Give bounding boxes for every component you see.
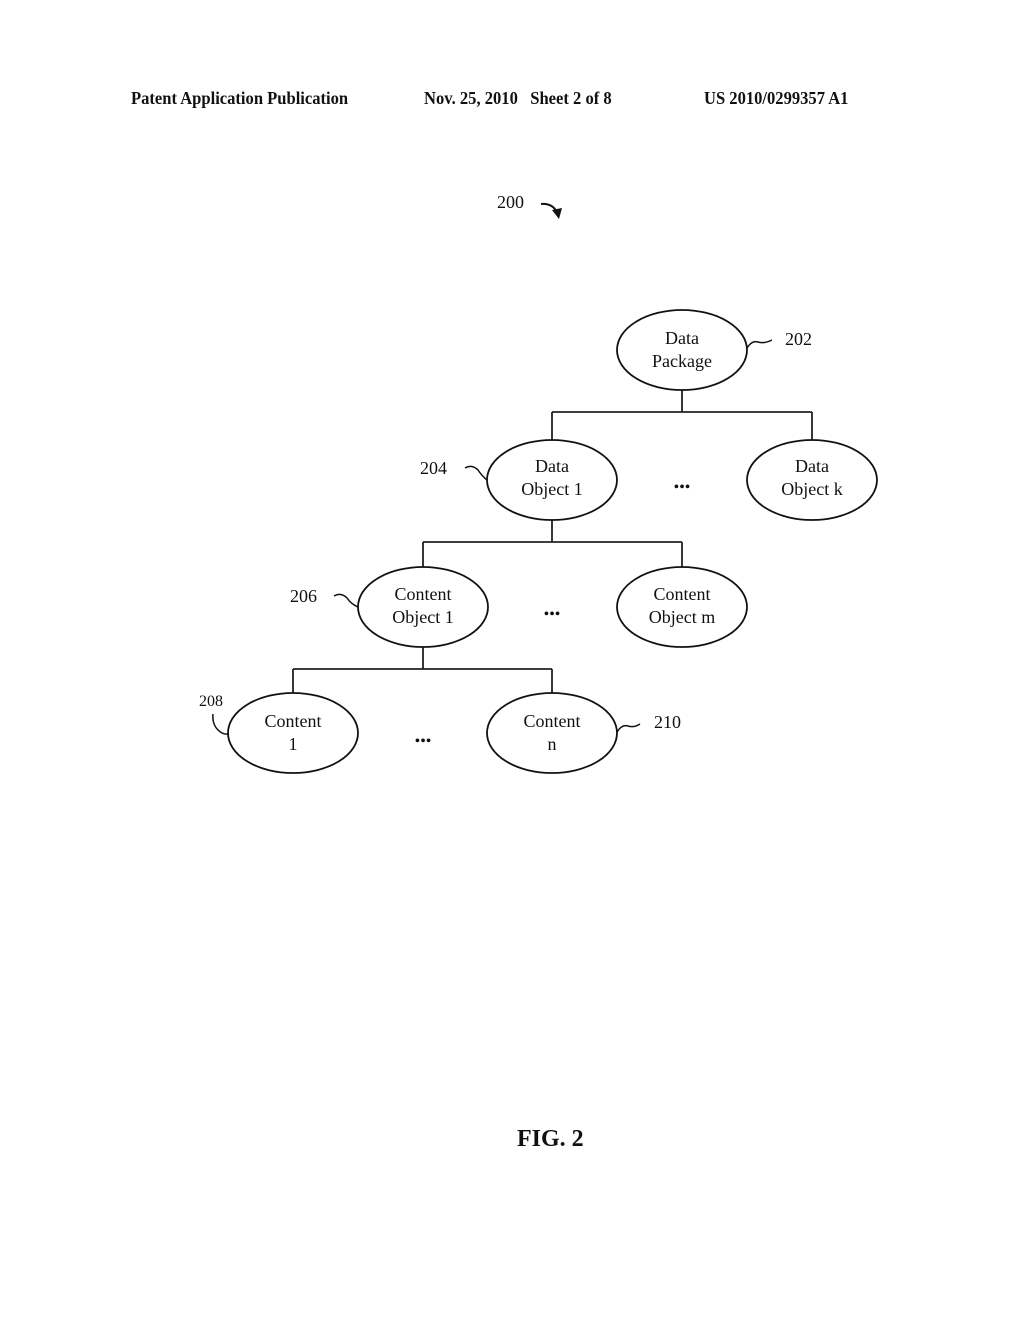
ellipsis-content-objects: ••• [544,606,561,623]
node-data-object-k: Data Object k [746,439,878,521]
node-data-object-1: Data Object 1 [486,439,618,521]
leader-line [464,465,488,481]
figure-ref-arrow-icon [540,202,562,219]
ref-label-202: 202 [785,329,812,349]
tree-diagram: 200 Data Package 202 Data Object 1 204 •… [199,192,878,774]
leader-line [616,723,641,733]
node-label-line1: Content [524,711,581,731]
node-content-object-1: Content Object 1 [357,566,489,648]
connector-lines [292,390,813,693]
ref-label-208: 208 [199,693,223,710]
ellipsis-contents: ••• [415,733,432,750]
figure-caption: FIG. 2 [517,1126,584,1152]
node-content-n: Content n [486,692,618,774]
leader-line [333,593,359,608]
node-label-line2: Package [652,351,712,371]
node-label-line1: Content [395,584,452,604]
node-label-line2: Object m [649,607,715,627]
node-label-line2: Object 1 [521,479,582,499]
node-label-line1: Data [535,456,569,476]
node-label-line2: n [548,734,557,754]
ellipsis-data-objects: ••• [674,479,691,496]
ref-label-204: 204 [420,458,447,478]
node-content-object-m: Content Object m [616,566,748,648]
node-label-line2: 1 [289,734,298,754]
leader-line [746,339,773,349]
ref-label-206: 206 [290,586,317,606]
node-label-line1: Content [265,711,322,731]
node-label-line1: Data [795,456,829,476]
node-data-package: Data Package [616,309,748,391]
node-label-line1: Data [665,328,699,348]
figure-ref-number: 200 [497,192,524,212]
ref-label-210: 210 [654,712,681,732]
leader-line [212,713,230,735]
node-label-line1: Content [654,584,711,604]
node-label-line2: Object k [781,479,842,499]
node-content-1: Content 1 [227,692,359,774]
node-label-line2: Object 1 [392,607,453,627]
